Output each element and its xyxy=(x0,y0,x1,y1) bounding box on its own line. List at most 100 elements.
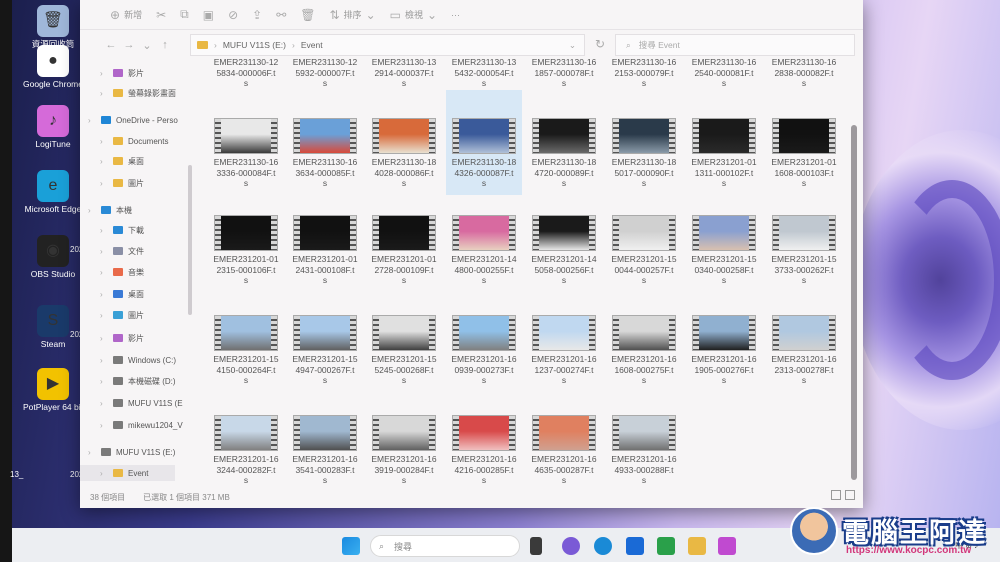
share-nodes-icon[interactable]: ⚯ xyxy=(276,8,286,22)
desktop-icon[interactable]: S Steam xyxy=(22,305,84,349)
edge-icon[interactable] xyxy=(594,537,612,555)
nav-item[interactable]: › 本機 xyxy=(80,202,132,218)
desktop-icon[interactable]: ▶ PotPlayer 64 bit xyxy=(22,368,84,412)
nav-item[interactable]: › 本機磁碟 (D:) xyxy=(80,373,176,389)
nav-item[interactable]: › 音樂 xyxy=(80,264,144,280)
chevron-right-icon[interactable]: › xyxy=(100,399,108,408)
search-input[interactable]: ⌕ 搜尋 Event xyxy=(615,34,855,56)
chevron-right-icon[interactable]: › xyxy=(100,247,108,256)
nav-item[interactable]: › MUFU V11S (E xyxy=(80,395,183,411)
nav-item[interactable]: › 圖片 xyxy=(80,175,144,191)
chevron-right-icon[interactable]: › xyxy=(88,448,96,457)
video-file-item[interactable]: EMER231130-18 4720-000089F.t s xyxy=(526,118,602,189)
nav-item[interactable]: › mikewu1204_V xyxy=(80,417,183,433)
chevron-right-icon[interactable]: › xyxy=(100,290,108,299)
file-item[interactable]: EMER231130-12 5834-000006F.t s xyxy=(208,57,284,89)
video-file-item[interactable]: EMER231201-16 4635-000287F.t s xyxy=(526,415,602,486)
video-file-item[interactable]: EMER231201-14 5058-000256F.t s xyxy=(526,215,602,286)
start-icon[interactable] xyxy=(342,537,360,555)
file-item[interactable]: EMER231130-12 5932-000007F.t s xyxy=(287,57,363,89)
nav-item[interactable]: › 桌面 xyxy=(80,286,144,302)
chevron-right-icon[interactable]: › xyxy=(100,157,108,166)
nav-item[interactable]: › 圖片 xyxy=(80,307,144,323)
file-item[interactable]: EMER231130-16 2153-000079F.t s xyxy=(606,57,682,89)
chevron-right-icon[interactable]: › xyxy=(100,268,108,277)
video-file-item[interactable]: EMER231201-15 4150-000264F.t s xyxy=(208,315,284,386)
video-file-item[interactable]: EMER231201-16 4933-000288F.t s xyxy=(606,415,682,486)
chevron-right-icon[interactable]: › xyxy=(100,226,108,235)
chevron-right-icon[interactable]: › xyxy=(100,356,108,365)
desktop-icon[interactable]: ♪ LogiTune xyxy=(22,105,84,149)
desktop-icon[interactable]: ◉ OBS Studio xyxy=(22,235,84,279)
app-icon[interactable] xyxy=(718,537,736,555)
chevron-right-icon[interactable]: › xyxy=(100,377,108,386)
chevron-right-icon[interactable]: › xyxy=(100,469,108,478)
video-file-item[interactable]: EMER231201-15 4947-000267F.t s xyxy=(287,315,363,386)
taskbar-search[interactable]: ⌕ 搜尋 xyxy=(370,535,520,557)
back-arrow-icon[interactable]: ← xyxy=(102,39,120,51)
share-icon[interactable]: ⇪ xyxy=(252,8,262,22)
content-scrollbar[interactable] xyxy=(851,125,857,480)
details-view-icon[interactable] xyxy=(831,490,841,500)
chevron-right-icon[interactable]: › xyxy=(100,69,108,78)
video-file-item[interactable]: EMER231201-15 3733-000262F.t s xyxy=(766,215,842,286)
video-file-item[interactable]: EMER231201-16 1905-000276F.t s xyxy=(686,315,762,386)
new-button[interactable]: ⊕ 新增 xyxy=(110,8,142,22)
video-file-item[interactable]: EMER231201-15 0044-000257F.t s xyxy=(606,215,682,286)
breadcrumb-leaf[interactable]: Event xyxy=(301,40,323,50)
paste-icon[interactable]: ▣ xyxy=(203,8,214,22)
more-button[interactable]: ··· xyxy=(451,10,460,20)
delete-icon[interactable]: 🗑 xyxy=(300,8,315,22)
copy-icon[interactable]: ⧉ xyxy=(180,7,189,22)
video-file-item[interactable]: EMER231130-18 4028-000086F.t s xyxy=(366,118,442,189)
video-file-item[interactable]: EMER231201-16 1608-000275F.t s xyxy=(606,315,682,386)
video-file-item[interactable]: EMER231201-14 4800-000255F.t s xyxy=(446,215,522,286)
up-arrow-icon[interactable]: ↑ xyxy=(156,39,174,51)
video-file-item[interactable]: EMER231201-16 4216-000285F.t s xyxy=(446,415,522,486)
chevron-right-icon[interactable]: › xyxy=(100,421,108,430)
chevron-right-icon[interactable]: › xyxy=(88,206,96,215)
video-file-item[interactable]: EMER231201-15 0340-000258F.t s xyxy=(686,215,762,286)
video-file-item[interactable]: EMER231130-16 3634-000085F.t s xyxy=(287,118,363,189)
video-file-item[interactable]: EMER231201-16 1237-000274F.t s xyxy=(526,315,602,386)
video-file-item[interactable]: EMER231130-16 3336-000084F.t s xyxy=(208,118,284,189)
chevron-right-icon[interactable]: › xyxy=(88,116,96,125)
video-file-item[interactable]: EMER231201-01 1608-000103F.t s xyxy=(766,118,842,189)
nav-item[interactable]: › 螢幕錄影畫面 xyxy=(80,85,176,101)
nav-item[interactable]: › Windows (C:) xyxy=(80,352,176,368)
nav-item[interactable]: › Documents xyxy=(80,133,168,149)
address-bar[interactable]: › MUFU V11S (E:) › Event ⌄ xyxy=(190,34,585,56)
chevron-down-icon[interactable]: ⌄ xyxy=(138,39,156,52)
chevron-right-icon[interactable]: › xyxy=(100,334,108,343)
file-item[interactable]: EMER231130-16 2540-000081F.t s xyxy=(686,57,762,89)
file-explorer-icon[interactable] xyxy=(688,537,706,555)
sort-button[interactable]: ⇅ 排序 ⌄ xyxy=(329,8,375,22)
desktop-icon[interactable]: 🗑 資源回收筒 xyxy=(22,5,84,49)
video-file-item[interactable]: EMER231201-16 3244-000282F.t s xyxy=(208,415,284,486)
video-file-item[interactable]: EMER231201-01 2315-000106F.t s xyxy=(208,215,284,286)
chevron-right-icon[interactable]: › xyxy=(100,89,108,98)
chevron-right-icon[interactable]: › xyxy=(100,311,108,320)
video-file-item[interactable]: EMER231201-16 3541-000283F.t s xyxy=(287,415,363,486)
task-view-icon[interactable] xyxy=(530,537,542,555)
nav-item[interactable]: › Event xyxy=(80,465,175,481)
video-file-item[interactable]: EMER231130-18 4326-000087F.t s xyxy=(446,90,522,195)
breadcrumb-root[interactable]: MUFU V11S (E:) xyxy=(223,40,286,50)
xbox-icon[interactable] xyxy=(657,537,675,555)
video-file-item[interactable]: EMER231201-16 0939-000273F.t s xyxy=(446,315,522,386)
nav-item[interactable]: › 影片 xyxy=(80,65,144,81)
file-item[interactable]: EMER231130-13 5432-000054F.t s xyxy=(446,57,522,89)
file-item[interactable]: EMER231130-13 2914-000037F.t s xyxy=(366,57,442,89)
nav-item[interactable]: › 桌面 xyxy=(80,153,144,169)
nav-item[interactable]: › 影片 xyxy=(80,330,144,346)
rename-icon[interactable]: ⊘ xyxy=(228,8,238,22)
video-file-item[interactable]: EMER231201-01 1311-000102F.t s xyxy=(686,118,762,189)
file-item[interactable]: EMER231130-16 2838-000082F.t s xyxy=(766,57,842,89)
desktop-icon[interactable]: e Microsoft Edge xyxy=(22,170,84,214)
store-icon[interactable] xyxy=(626,537,644,555)
address-dropdown-icon[interactable]: ⌄ xyxy=(569,40,576,51)
chevron-right-icon[interactable]: › xyxy=(100,179,108,188)
nav-item[interactable]: › 文件 xyxy=(80,243,144,259)
nav-item[interactable]: › MUFU V11S (E:) xyxy=(80,444,175,460)
nav-item[interactable]: › OneDrive - Perso xyxy=(80,112,178,128)
